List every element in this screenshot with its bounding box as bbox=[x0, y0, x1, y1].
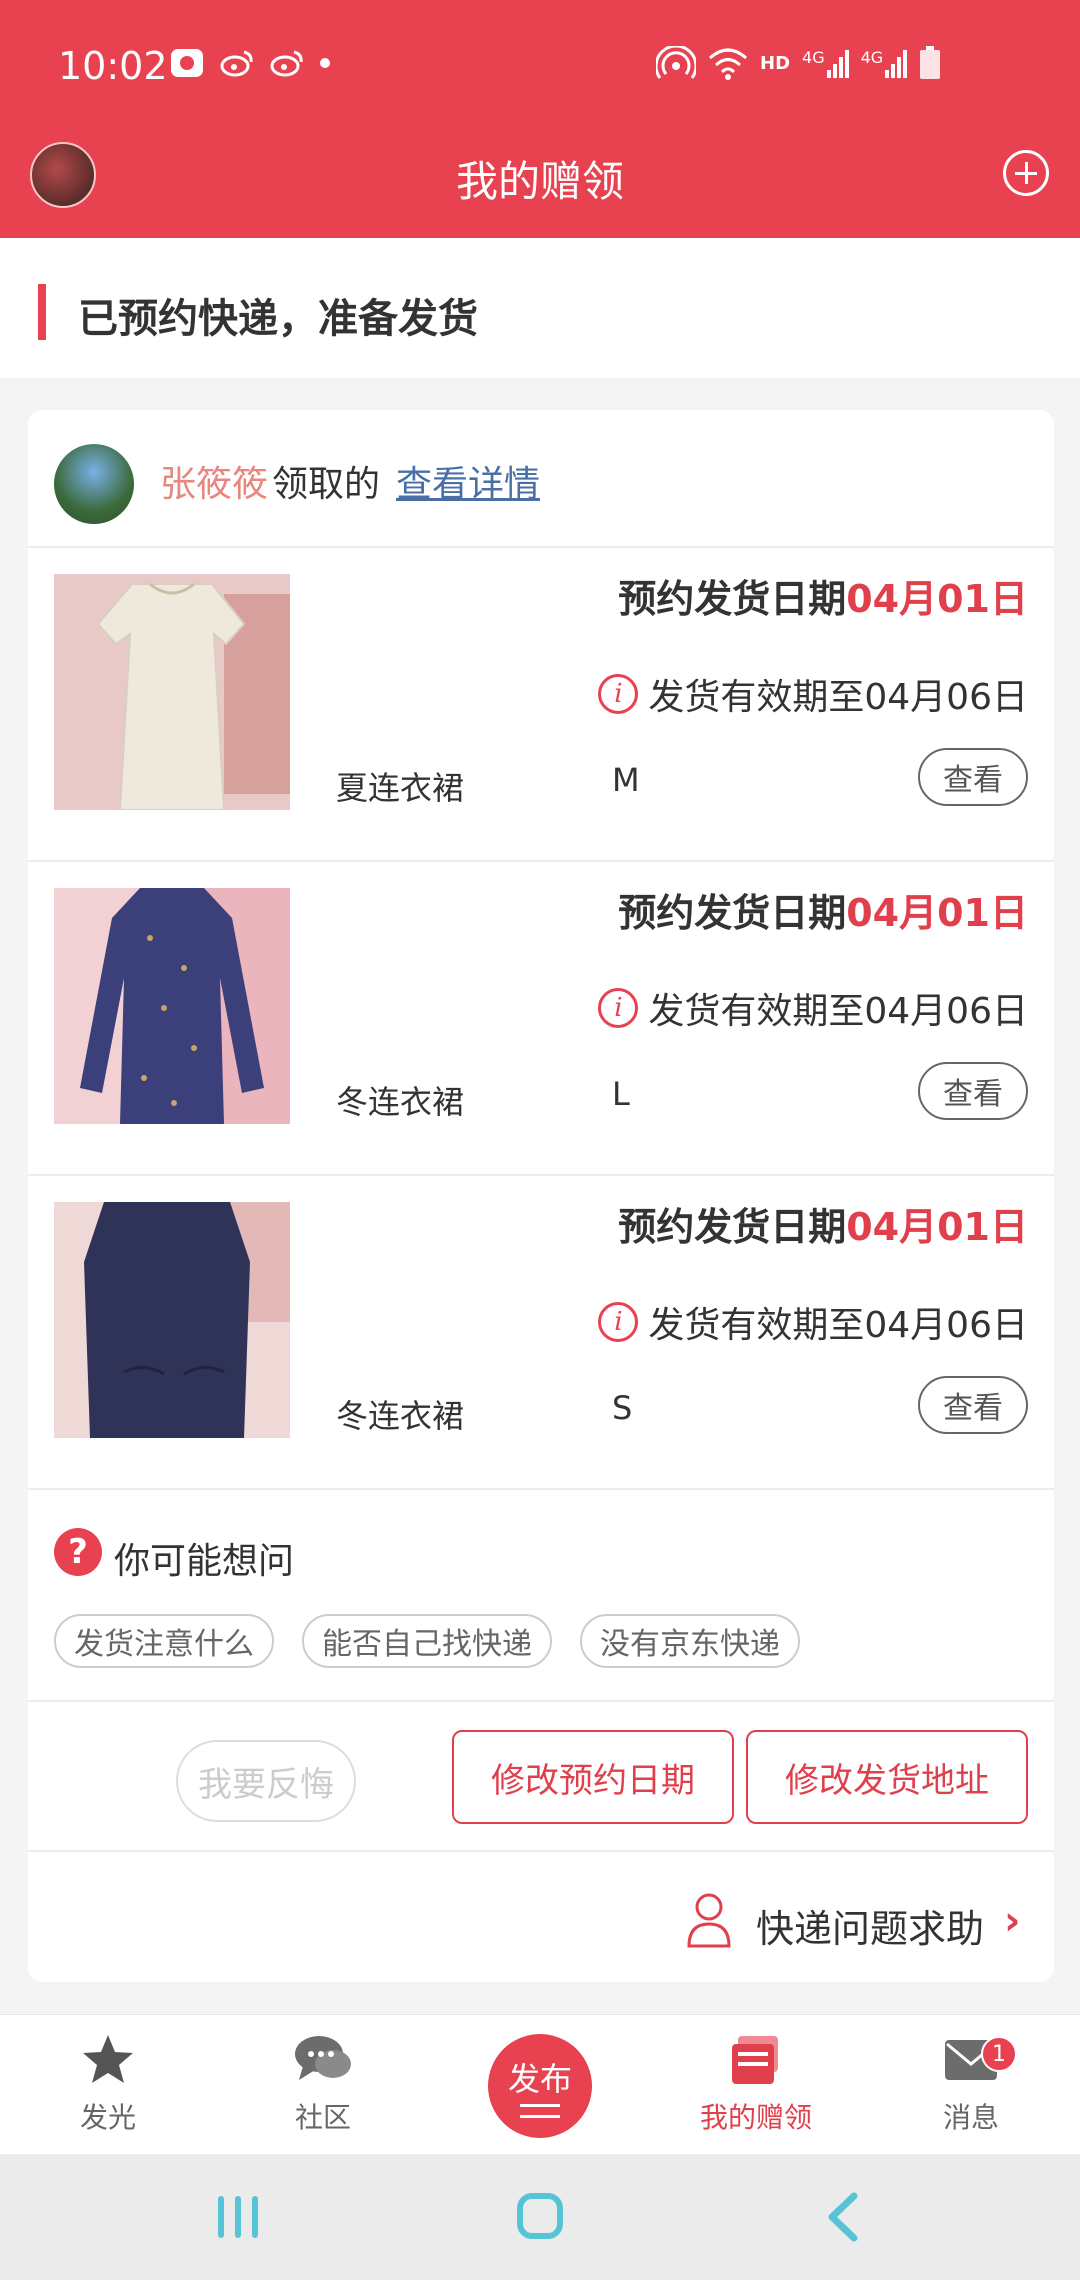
tab-messages[interactable]: 消息 bbox=[891, 2030, 1051, 2136]
system-nav-bar bbox=[0, 2154, 1080, 2280]
ship-date: 预约发货日期04月01日 bbox=[618, 577, 1028, 621]
change-date-button[interactable]: 修改预约日期 bbox=[452, 1730, 734, 1824]
regret-button[interactable]: 我要反悔 bbox=[176, 1740, 356, 1822]
view-button[interactable]: 查看 bbox=[918, 1062, 1028, 1120]
item-size: L bbox=[612, 1075, 630, 1113]
valid-until: i 发货有效期至04月06日 bbox=[598, 668, 1028, 720]
item-photo[interactable] bbox=[54, 1202, 290, 1438]
item-size: S bbox=[612, 1389, 633, 1427]
item-photo[interactable] bbox=[54, 888, 290, 1124]
weibo-icon bbox=[270, 48, 304, 78]
tab-glow[interactable]: 发光 bbox=[28, 2030, 188, 2136]
faq-title: 你可能想问 bbox=[114, 1541, 295, 1582]
list-item[interactable]: 预约发货日期04月01日 i 发货有效期至04月06日 冬连衣裙 L 查看 bbox=[28, 862, 1054, 1176]
ship-date: 预约发货日期04月01日 bbox=[618, 1205, 1028, 1249]
hd-icon: HD bbox=[760, 52, 791, 74]
item-name: 冬连衣裙 bbox=[336, 1397, 465, 1435]
list-item[interactable]: 预约发货日期04月01日 i 发货有效期至04月06日 冬连衣裙 S 查看 bbox=[28, 1176, 1054, 1490]
publish-icon bbox=[520, 2104, 560, 2118]
valid-until: i 发货有效期至04月06日 bbox=[598, 982, 1028, 1034]
app-notification-icon bbox=[170, 48, 204, 78]
chevron-right-icon[interactable]: › bbox=[1004, 1898, 1020, 1944]
receiver-avatar[interactable] bbox=[54, 444, 134, 524]
star-icon bbox=[78, 2030, 138, 2090]
tab-label: 消息 bbox=[942, 2101, 999, 2134]
receiver-action-text: 领取的 bbox=[272, 464, 381, 505]
item-photo[interactable] bbox=[54, 574, 290, 811]
view-button[interactable]: 查看 bbox=[918, 1376, 1028, 1434]
faq-chip-no-jd-express[interactable]: 没有京东快递 bbox=[580, 1614, 800, 1668]
gift-box-icon bbox=[726, 2030, 786, 2090]
question-icon: ? bbox=[54, 1528, 102, 1576]
status-time: 10:02 bbox=[58, 44, 168, 88]
faq-chip-shipping-notes[interactable]: 发货注意什么 bbox=[54, 1614, 274, 1668]
status-bar: 10:02 HD 4G 4G bbox=[0, 0, 1080, 138]
item-name: 夏连衣裙 bbox=[336, 769, 465, 807]
tab-label: 社区 bbox=[294, 2101, 351, 2134]
item-name: 冬连衣裙 bbox=[336, 1083, 465, 1121]
info-icon: i bbox=[598, 1302, 639, 1342]
faq-chip-own-courier[interactable]: 能否自己找快递 bbox=[302, 1614, 552, 1668]
publish-button[interactable]: 发布 bbox=[488, 2034, 592, 2138]
courier-help-label[interactable]: 快递问题求助 bbox=[756, 1898, 984, 1953]
status-system-icons: HD 4G 4G bbox=[656, 46, 941, 80]
tab-community[interactable]: 社区 bbox=[243, 2030, 403, 2136]
faq-chips: 发货注意什么 能否自己找快递 没有京东快递 bbox=[54, 1614, 800, 1668]
section-title: 已预约快递，准备发货 bbox=[78, 296, 478, 342]
info-icon: i bbox=[598, 674, 639, 714]
home-icon[interactable] bbox=[516, 2192, 564, 2240]
add-button[interactable] bbox=[1003, 150, 1049, 196]
item-size: M bbox=[612, 761, 640, 799]
recent-apps-icon[interactable] bbox=[216, 2194, 260, 2240]
4g-signal-icon: 4G bbox=[802, 48, 849, 78]
valid-until: i 发货有效期至04月06日 bbox=[598, 1296, 1028, 1348]
receiver-name[interactable]: 张筱筱 bbox=[160, 455, 268, 507]
dot-icon bbox=[320, 58, 330, 68]
list-item[interactable]: 预约发货日期04月01日 i 发货有效期至04月06日 夏连衣裙 M 查看 bbox=[28, 548, 1054, 862]
tab-label: 我的赠领 bbox=[699, 2101, 812, 2134]
status-notification-icons bbox=[170, 48, 330, 78]
battery-icon bbox=[920, 46, 941, 79]
view-details-link[interactable]: 查看详情 bbox=[396, 455, 540, 507]
weibo-icon bbox=[220, 48, 254, 78]
view-button[interactable]: 查看 bbox=[918, 748, 1028, 806]
tab-label: 发光 bbox=[79, 2101, 136, 2134]
change-address-button[interactable]: 修改发货地址 bbox=[746, 1730, 1028, 1824]
back-icon[interactable] bbox=[826, 2192, 860, 2242]
tab-my-gifts[interactable]: 我的赠领 bbox=[676, 2030, 836, 2136]
person-icon bbox=[687, 1893, 731, 1948]
4g-signal-icon: 4G bbox=[861, 48, 908, 78]
chat-bubbles-icon bbox=[293, 2030, 353, 2090]
info-icon: i bbox=[598, 988, 639, 1028]
wifi-icon bbox=[709, 48, 747, 80]
faq-section bbox=[28, 1490, 1054, 1702]
hotspot-icon bbox=[656, 46, 696, 79]
ship-date: 预约发货日期04月01日 bbox=[618, 891, 1028, 935]
page-title: 我的赠领 bbox=[455, 157, 624, 206]
section-accent-bar bbox=[38, 284, 46, 340]
message-count-badge: 1 bbox=[981, 2036, 1017, 2072]
